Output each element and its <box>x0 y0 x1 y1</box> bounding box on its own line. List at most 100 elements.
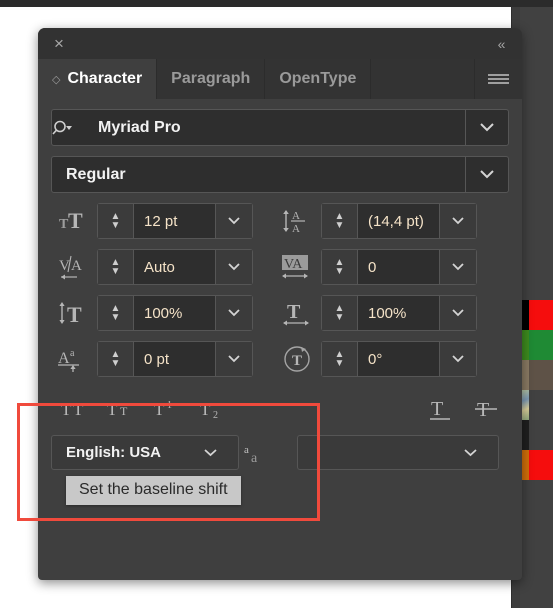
svg-text:T: T <box>120 404 128 418</box>
tab-opentype[interactable]: OpenType <box>265 59 372 99</box>
kerning-group: V A ▲ ▼ Auto <box>51 249 253 285</box>
svg-text:2: 2 <box>213 410 218 420</box>
hamburger-menu-icon[interactable] <box>475 59 522 99</box>
vertical-scale-group: T ▲ ▼ 100% <box>51 295 253 331</box>
character-rotation-stepper[interactable]: ▲ ▼ <box>322 342 358 376</box>
leading-field[interactable]: ▲ ▼ (14,4 pt) <box>321 203 477 239</box>
horizontal-scale-stepper[interactable]: ▲ ▼ <box>322 296 358 330</box>
swatch-orange-red-main <box>529 450 553 480</box>
svg-text:A: A <box>292 223 300 235</box>
vertical-scale-chevron-down-icon[interactable] <box>215 296 252 330</box>
tracking-chevron-down-icon[interactable] <box>439 250 476 284</box>
leading-chevron-down-icon[interactable] <box>439 204 476 238</box>
vertical-scale-value[interactable]: 100% <box>134 305 215 322</box>
vertical-scale-stepper[interactable]: ▲ ▼ <box>98 296 134 330</box>
language-combo[interactable]: English: USA <box>51 435 239 470</box>
tab-character-label: Character <box>67 70 143 87</box>
font-size-stepper[interactable]: ▲ ▼ <box>98 204 134 238</box>
kerning-value[interactable]: Auto <box>134 259 215 276</box>
font-style-row: Regular <box>51 156 509 193</box>
horizontal-scale-icon: T <box>275 299 321 327</box>
font-size-value[interactable]: 12 pt <box>134 213 215 230</box>
tracking-icon: VA <box>275 253 321 281</box>
swatch-pattern-main <box>529 390 553 420</box>
superscript-button[interactable]: T 1 <box>143 391 189 427</box>
svg-text:1: 1 <box>167 400 172 411</box>
all-caps-button[interactable]: T T <box>51 391 97 427</box>
leading-stepper[interactable]: ▲ ▼ <box>322 204 358 238</box>
swatch-brown-main <box>529 360 553 390</box>
baseline-shift-value[interactable]: 0 pt <box>134 351 215 368</box>
kerning-field[interactable]: ▲ ▼ Auto <box>97 249 253 285</box>
font-size-chevron-down-icon[interactable] <box>215 204 252 238</box>
character-rotation-field[interactable]: ▲ ▼ 0° <box>321 341 477 377</box>
svg-text:A: A <box>71 258 82 274</box>
swatch-dark[interactable] <box>520 420 553 450</box>
tracking-group: VA ▲ ▼ 0 <box>275 249 477 285</box>
size-leading-row: T T ▲ ▼ 12 pt A A ▲ ▼ (14,4 pt) <box>51 203 509 239</box>
font-size-field[interactable]: ▲ ▼ 12 pt <box>97 203 253 239</box>
font-family-chevron-down-icon[interactable] <box>465 110 508 145</box>
svg-text:T: T <box>292 353 302 369</box>
kerning-chevron-down-icon[interactable] <box>215 250 252 284</box>
svg-text:T: T <box>477 399 489 421</box>
svg-text:T: T <box>200 400 211 419</box>
character-rotation-value[interactable]: 0° <box>358 351 439 368</box>
swatch-pattern[interactable] <box>520 390 553 420</box>
leading-icon: A A <box>275 207 321 235</box>
tracking-value[interactable]: 0 <box>358 259 439 276</box>
svg-text:T: T <box>107 400 118 419</box>
svg-text:T: T <box>154 400 165 419</box>
kerning-tracking-row: V A ▲ ▼ Auto VA ▲ ▼ 0 <box>51 249 509 285</box>
font-style-combo[interactable]: Regular <box>51 156 509 193</box>
tab-character[interactable]: ◇ Character <box>38 59 158 99</box>
character-rotation-icon: T <box>275 344 321 374</box>
small-caps-button[interactable]: T T <box>97 391 143 427</box>
swatch-green-main <box>529 330 553 360</box>
swatch-orange-red[interactable] <box>520 450 553 480</box>
panel-titlebar: × « <box>38 28 522 59</box>
subscript-button[interactable]: T 2 <box>189 391 235 427</box>
swatch-brown[interactable] <box>520 360 553 390</box>
anti-aliasing-combo[interactable] <box>297 435 499 470</box>
tab-paragraph[interactable]: Paragraph <box>157 59 266 99</box>
host-top-strip <box>0 0 553 7</box>
vertical-scale-field[interactable]: ▲ ▼ 100% <box>97 295 253 331</box>
font-family-value: Myriad Pro <box>98 118 181 136</box>
swatch-dark-main <box>529 420 553 450</box>
horizontal-scale-field[interactable]: ▲ ▼ 100% <box>321 295 477 331</box>
anti-aliasing-chevron-down-icon[interactable] <box>464 448 498 457</box>
kerning-stepper[interactable]: ▲ ▼ <box>98 250 134 284</box>
svg-text:A: A <box>292 210 300 222</box>
font-style-chevron-down-icon[interactable] <box>465 157 508 192</box>
panel-tabbar: ◇ Character Paragraph OpenType <box>38 59 522 99</box>
tracking-field[interactable]: ▲ ▼ 0 <box>321 249 477 285</box>
baseline-rotation-row: A a ▲ ▼ 0 pt T ▲ ▼ 0° <box>51 341 509 377</box>
panel-body: Myriad Pro Regular T T ▲ ▼ 12 pt A A ▲ ▼… <box>38 99 522 470</box>
character-rotation-chevron-down-icon[interactable] <box>439 342 476 376</box>
baseline-shift-field[interactable]: ▲ ▼ 0 pt <box>97 341 253 377</box>
swatch-red[interactable] <box>520 300 553 330</box>
baseline-shift-group: A a ▲ ▼ 0 pt <box>51 341 253 377</box>
language-chevron-down-icon[interactable] <box>204 448 238 457</box>
color-swatch-column[interactable] <box>520 300 553 480</box>
font-family-combo[interactable]: Myriad Pro <box>51 109 509 146</box>
tab-paragraph-label: Paragraph <box>171 70 251 87</box>
collapse-panel-icon[interactable]: « <box>489 33 513 55</box>
leading-group: A A ▲ ▼ (14,4 pt) <box>275 203 477 239</box>
svg-text:a: a <box>244 444 249 456</box>
strikethrough-button[interactable]: T <box>463 391 509 427</box>
close-icon[interactable]: × <box>47 32 71 55</box>
horizontal-scale-value[interactable]: 100% <box>358 305 439 322</box>
horizontal-scale-chevron-down-icon[interactable] <box>439 296 476 330</box>
leading-value[interactable]: (14,4 pt) <box>358 213 439 230</box>
text-style-buttons-row: T T T T T 1 T 2 T T <box>51 387 509 431</box>
swatch-red-main <box>529 300 553 330</box>
tracking-stepper[interactable]: ▲ ▼ <box>322 250 358 284</box>
swatch-green[interactable] <box>520 330 553 360</box>
underline-button[interactable]: T <box>417 391 463 427</box>
language-row: English: USA a a <box>51 435 509 470</box>
baseline-shift-stepper[interactable]: ▲ ▼ <box>98 342 134 376</box>
language-value: English: USA <box>66 444 162 461</box>
baseline-shift-chevron-down-icon[interactable] <box>215 342 252 376</box>
